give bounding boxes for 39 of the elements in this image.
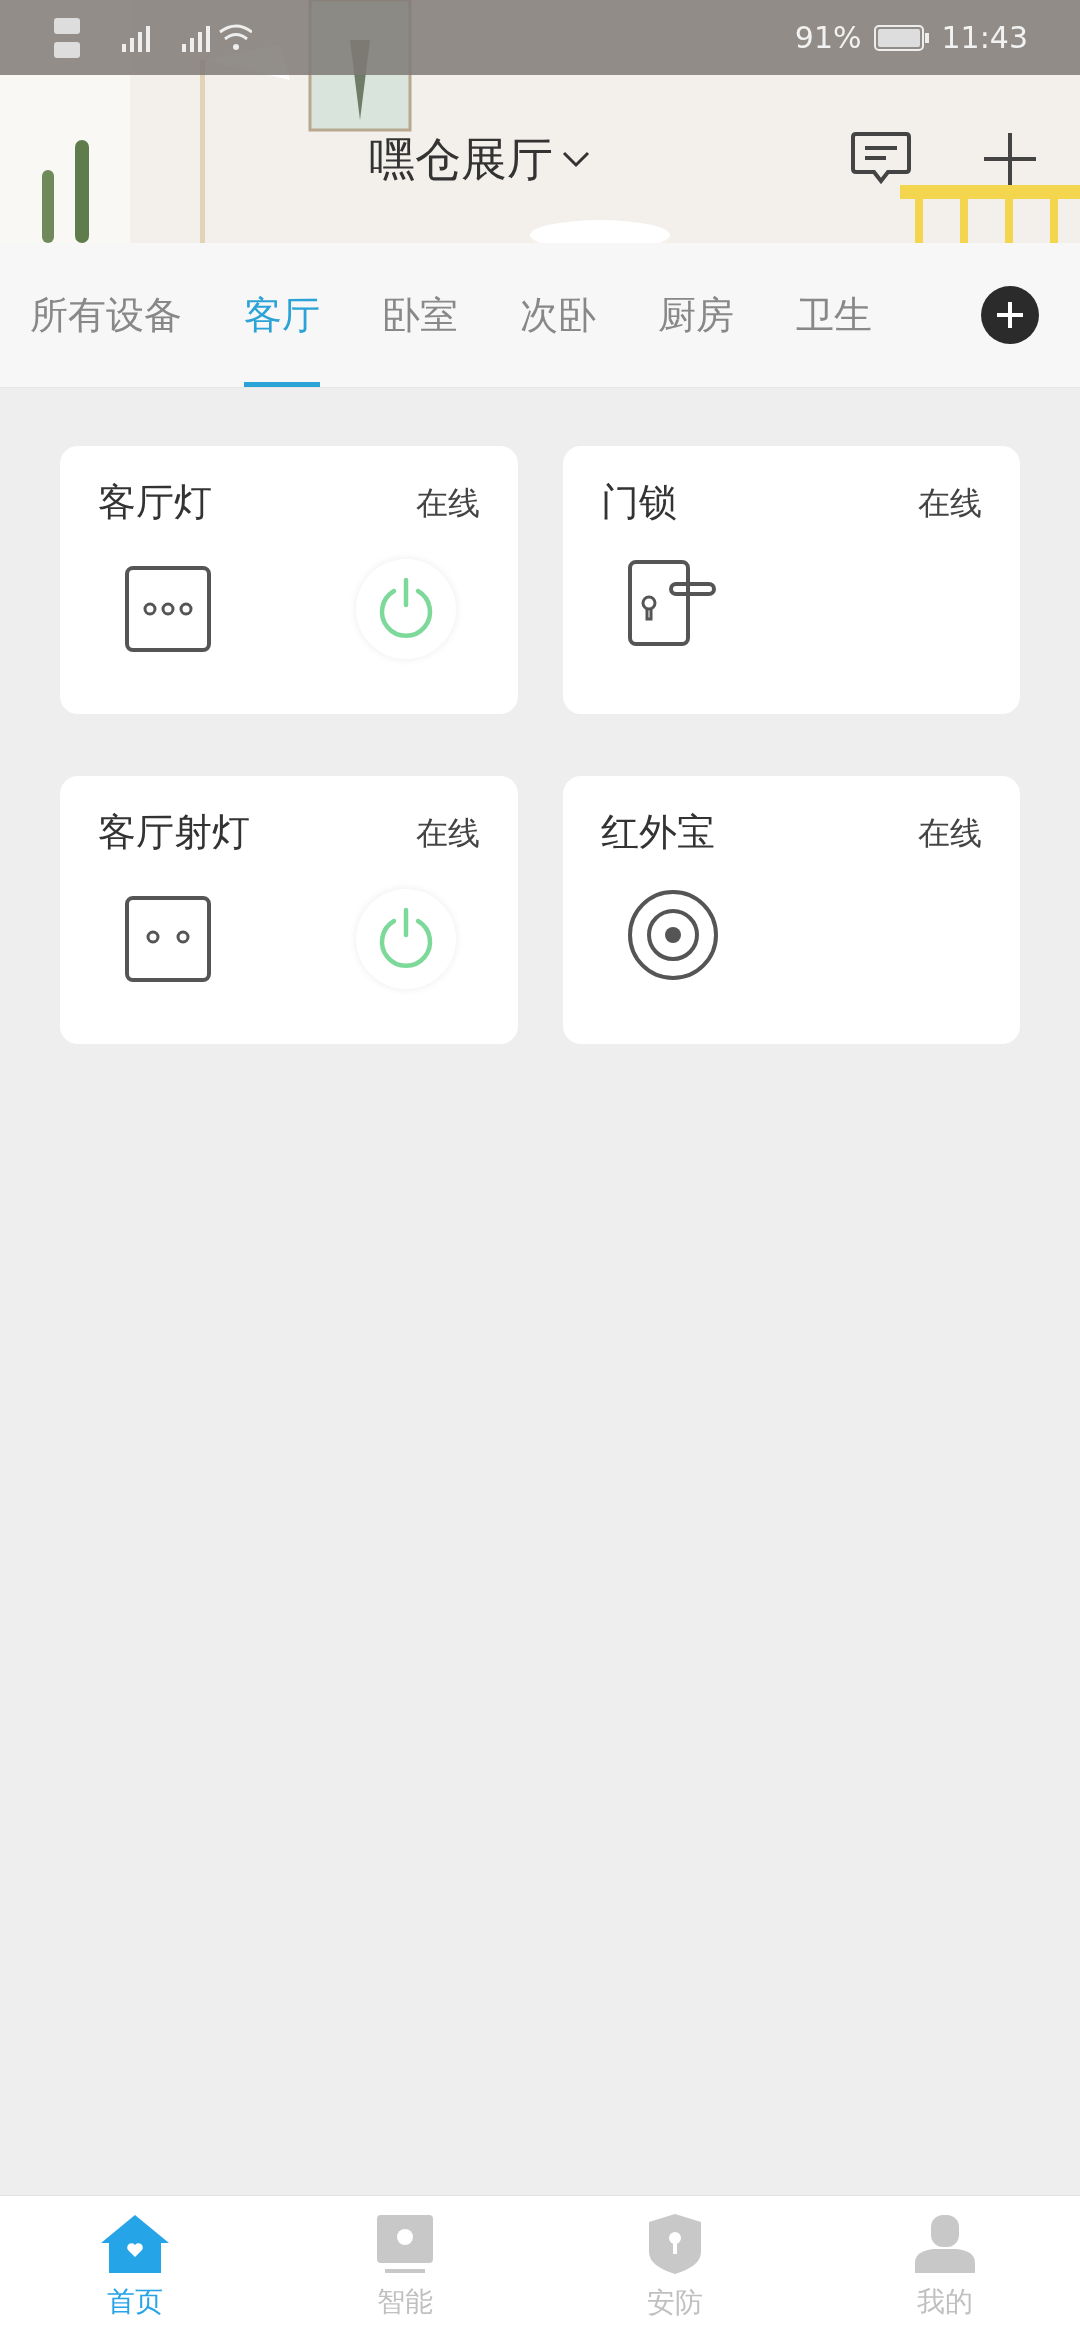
nav-tab[interactable]: 首页 xyxy=(0,2196,270,2340)
battery-icon xyxy=(873,23,930,52)
add-room-button[interactable] xyxy=(981,286,1039,344)
device-name: 客厅射灯 xyxy=(98,809,250,856)
person-icon xyxy=(913,2213,977,2275)
add-icon xyxy=(995,300,1025,330)
add-icon[interactable] xyxy=(982,131,1038,187)
device-name: 门锁 xyxy=(600,479,677,526)
status-label: 在线 xyxy=(415,812,480,854)
device-name: 客厅灯 xyxy=(98,479,212,526)
socket-icon xyxy=(124,895,212,983)
home-selector[interactable]: 嘿仓展厅 xyxy=(369,124,591,194)
room-tab[interactable]: 客厅 xyxy=(244,243,320,387)
room-tab[interactable]: 卧室 xyxy=(382,243,458,387)
nav-tab[interactable]: 智能 xyxy=(270,2196,540,2340)
room-tab[interactable]: 次卧 xyxy=(520,243,596,387)
battery-percent: 91% xyxy=(794,19,862,57)
target-icon xyxy=(626,889,719,981)
room-tab[interactable]: 卫生 xyxy=(796,243,872,387)
room-tab[interactable]: 厨房 xyxy=(658,243,734,387)
device-card[interactable]: 门锁 在线 xyxy=(562,446,1020,714)
home-icon xyxy=(99,2213,171,2275)
device-card[interactable]: 红外宝 在线 xyxy=(562,776,1020,1044)
device-name: 红外宝 xyxy=(600,809,715,856)
nav-tab[interactable]: 我的 xyxy=(810,2196,1080,2340)
nav-tab[interactable]: 安防 xyxy=(540,2196,810,2340)
chevron-down-icon xyxy=(561,149,591,169)
status-label: 在线 xyxy=(918,812,982,854)
status-label: 在线 xyxy=(918,482,982,524)
panel-icon xyxy=(375,2213,435,2275)
shield-icon xyxy=(647,2212,703,2276)
socket-icon xyxy=(124,565,212,653)
door-lock-icon xyxy=(626,559,717,647)
message-icon[interactable] xyxy=(850,131,912,187)
device-card[interactable]: 客厅灯 在线 xyxy=(60,446,518,714)
status-label: 在线 xyxy=(415,482,480,524)
device-card[interactable]: 客厅射灯 在线 xyxy=(60,776,518,1044)
room-tab[interactable]: 所有设备 xyxy=(30,243,182,387)
clock: 11:43 xyxy=(941,19,1028,57)
